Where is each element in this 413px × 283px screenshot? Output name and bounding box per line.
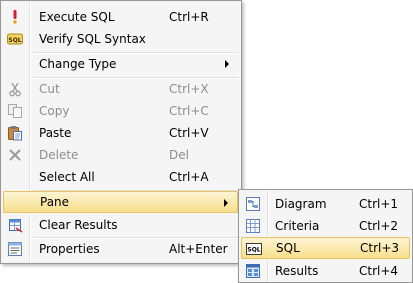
- menu-item-label: Diagram: [275, 197, 327, 211]
- menu-item-label: Paste: [39, 126, 72, 140]
- diagram-pane-icon: [245, 196, 261, 212]
- menu-item-paste[interactable]: Paste Ctrl+V: [3, 122, 238, 144]
- copy-icon: [7, 103, 23, 119]
- menu-item-shortcut: Ctrl+R: [169, 10, 209, 24]
- properties-icon: [7, 241, 23, 257]
- delete-x-icon: [7, 147, 23, 163]
- menu-item-pane[interactable]: Pane: [3, 191, 238, 213]
- exclamation-icon: [7, 9, 23, 25]
- menu-item-label: Pane: [40, 195, 70, 209]
- menu-item-label: Clear Results: [39, 218, 118, 232]
- menu-item-shortcut: Ctrl+3: [360, 241, 400, 255]
- svg-text:SQL: SQL: [8, 37, 21, 44]
- paste-icon: [7, 125, 23, 141]
- submenu-item-diagram[interactable]: Diagram Ctrl+1: [241, 193, 410, 215]
- menu-item-cut[interactable]: Cut Ctrl+X: [3, 78, 238, 100]
- menu-item-shortcut: Ctrl+X: [169, 82, 209, 96]
- criteria-grid-icon: [245, 218, 261, 234]
- context-menu: Execute SQL Ctrl+R SQL Verify SQL Syntax…: [0, 0, 242, 264]
- menu-item-copy[interactable]: Copy Ctrl+C: [3, 100, 238, 122]
- submenu-arrow-icon: [225, 60, 229, 68]
- menu-item-label: Copy: [39, 104, 70, 118]
- menu-item-shortcut: Ctrl+C: [169, 104, 209, 118]
- menu-item-label: Verify SQL Syntax: [39, 32, 146, 46]
- pane-submenu: Diagram Ctrl+1 Criteria Ctrl+2 SQL SQL C…: [238, 189, 413, 283]
- menu-item-label: Select All: [39, 170, 95, 184]
- menu-item-shortcut: Ctrl+1: [359, 197, 399, 211]
- results-pane-icon: [245, 263, 261, 279]
- menu-item-verify-sql-syntax[interactable]: SQL Verify SQL Syntax: [3, 28, 238, 50]
- menu-item-label: Delete: [39, 148, 79, 162]
- menu-item-clear-results[interactable]: Clear Results: [3, 214, 238, 236]
- menu-item-shortcut: Ctrl+4: [359, 264, 399, 278]
- menu-item-properties[interactable]: Properties Alt+Enter: [3, 238, 238, 260]
- submenu-item-sql[interactable]: SQL SQL Ctrl+3: [241, 237, 410, 259]
- menu-item-shortcut: Ctrl+2: [359, 219, 399, 233]
- scissors-icon: [7, 81, 23, 97]
- menu-item-shortcut: Del: [169, 148, 189, 162]
- sql-pane-icon: SQL: [246, 241, 262, 257]
- menu-item-label: Cut: [39, 82, 60, 96]
- menu-item-label: SQL: [276, 241, 300, 255]
- menu-item-shortcut: Ctrl+A: [169, 170, 209, 184]
- menu-item-label: Results: [275, 264, 319, 278]
- svg-text:SQL: SQL: [247, 247, 260, 254]
- menu-item-delete[interactable]: Delete Del: [3, 144, 238, 166]
- menu-item-label: Properties: [39, 242, 100, 256]
- menu-item-shortcut: Alt+Enter: [169, 242, 228, 256]
- menu-item-label: Change Type: [39, 57, 117, 71]
- sql-verify-icon: SQL: [7, 31, 23, 47]
- menu-item-execute-sql[interactable]: Execute SQL Ctrl+R: [3, 6, 238, 28]
- menu-item-shortcut: Ctrl+V: [169, 126, 209, 140]
- menu-item-change-type[interactable]: Change Type: [3, 53, 238, 75]
- clear-results-icon: [7, 217, 23, 233]
- menu-item-label: Criteria: [275, 219, 320, 233]
- submenu-arrow-icon: [224, 199, 228, 207]
- menu-item-label: Execute SQL: [39, 10, 115, 24]
- submenu-item-results[interactable]: Results Ctrl+4: [241, 260, 410, 282]
- menu-item-select-all[interactable]: Select All Ctrl+A: [3, 166, 238, 188]
- submenu-item-criteria[interactable]: Criteria Ctrl+2: [241, 215, 410, 237]
